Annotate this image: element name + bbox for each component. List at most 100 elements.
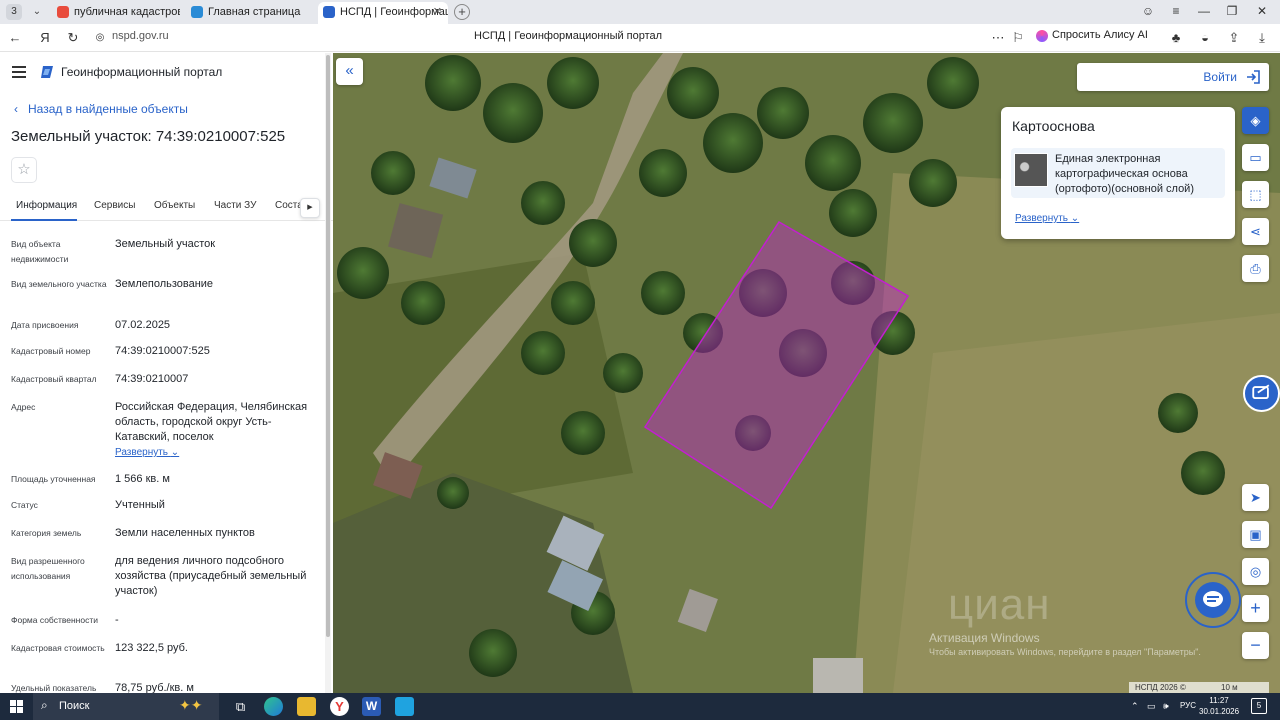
panel-scrollbar[interactable]	[325, 53, 331, 693]
login-icon	[1247, 70, 1260, 84]
print-button[interactable]: ⎙	[1242, 255, 1269, 282]
favorite-star-button[interactable]: ☆	[11, 157, 37, 183]
downloads-icon[interactable]: ⤓	[1254, 30, 1270, 46]
windows-start-icon[interactable]	[10, 700, 23, 713]
scale-label: 10 м	[1221, 683, 1238, 692]
yandex-browser-icon[interactable]: Y	[330, 697, 349, 716]
share-button[interactable]: ⋖	[1242, 218, 1269, 245]
language-indicator[interactable]: РУС	[1180, 701, 1196, 710]
field-label: Кадастровый номер	[11, 346, 91, 356]
watermark-title: Активация Windows	[929, 631, 1040, 645]
chat-button[interactable]	[1185, 572, 1241, 628]
url-text[interactable]: nspd.gov.ru	[112, 30, 169, 42]
browser-tab-1[interactable]: публичная кадастровая	[52, 2, 180, 24]
select-area-button[interactable]: ⬚	[1242, 181, 1269, 208]
scrollbar-thumb[interactable]	[326, 55, 330, 637]
taskbar-search[interactable]: ⌕ Поиск ✦✦	[33, 693, 219, 720]
address-expand-link[interactable]: Развернуть ⌄	[115, 445, 320, 460]
search-label: Поиск	[59, 700, 90, 712]
system-clock[interactable]: 11:27 30.01.2026	[1199, 695, 1239, 717]
field-value: Учтенный	[115, 499, 165, 511]
basemap-expand-link[interactable]: Развернуть ⌄	[1015, 213, 1079, 224]
extension-icon[interactable]: ♣	[1168, 30, 1184, 46]
field-value: Российская Федерация, Челябинская област…	[115, 401, 308, 443]
chevron-down-icon: ⌄	[1070, 213, 1080, 224]
field-label: Вид земельного участка	[11, 279, 107, 289]
field-value: 74:39:0210007:525	[115, 345, 210, 357]
network-icon[interactable]: ▭	[1147, 701, 1156, 712]
zoom-in-button[interactable]: +	[1242, 595, 1269, 622]
notification-center-button[interactable]: 5	[1251, 698, 1267, 714]
tab-composition[interactable]: Соста	[275, 200, 303, 211]
basemap-layer-item[interactable]: Единая электронная картографическая осно…	[1011, 148, 1225, 198]
word-icon[interactable]: W	[362, 697, 381, 716]
login-button[interactable]: Войти	[1077, 63, 1269, 91]
app-icon[interactable]	[395, 697, 414, 716]
my-location-button[interactable]: ◎	[1242, 558, 1269, 585]
chevron-down-icon[interactable]: ⌄	[28, 4, 46, 20]
chevron-down-icon: ⌄	[170, 447, 180, 458]
field-value: 07.02.2025	[115, 319, 171, 331]
extension-icon[interactable]: ◒	[1197, 30, 1213, 46]
search-icon: ⌕	[41, 698, 48, 712]
layers-icon: ◈	[1250, 113, 1261, 128]
attribution-text: НСПД 2026 ©	[1135, 683, 1186, 692]
browser-tab-2[interactable]: Главная страница	[186, 2, 314, 24]
tab-information[interactable]: Информация	[16, 200, 77, 211]
menu-icon[interactable]: ≡	[1166, 4, 1186, 18]
close-tab-icon[interactable]: ✕	[433, 2, 442, 22]
field-label: Кадастровый квартал	[11, 374, 97, 384]
yandex-icon[interactable]: Я	[37, 30, 53, 46]
field-label: Статус	[11, 500, 38, 510]
tab-parcel-parts[interactable]: Части ЗУ	[214, 200, 256, 211]
more-icon[interactable]: ⋯	[990, 30, 1006, 46]
ask-alisa-button[interactable]: Спросить Алису AI	[1036, 29, 1148, 42]
field-label: Кадастровая стоимость	[11, 643, 105, 653]
task-view-icon[interactable]: ⧉	[231, 697, 250, 716]
edge-icon[interactable]	[264, 697, 283, 716]
browser-tab-3[interactable]: НСПД | Геоинформацио ✕	[318, 2, 448, 24]
plus-icon: +	[1250, 598, 1261, 618]
clock-date: 30.01.2026	[1199, 707, 1240, 716]
close-window-icon[interactable]: ✕	[1252, 4, 1272, 18]
minimap-button[interactable]: ▣	[1242, 521, 1269, 548]
profile-icon[interactable]: ☺	[1138, 4, 1158, 18]
restore-icon[interactable]: ❐	[1222, 4, 1242, 18]
map-view[interactable]: « Войти Картооснова Единая электронная к…	[333, 53, 1280, 693]
file-explorer-icon[interactable]	[297, 697, 316, 716]
tab-services[interactable]: Сервисы	[94, 200, 135, 211]
field-label: Категория земель	[11, 528, 82, 538]
clock-time: 11:27	[1209, 696, 1229, 705]
new-tab-button[interactable]: +	[454, 4, 470, 20]
field-label: Вид объекта недвижимости	[11, 239, 69, 264]
tabs-scroll-right-button[interactable]: ▶	[300, 198, 320, 218]
volume-icon[interactable]: 🕪	[1163, 701, 1169, 712]
tab-count-badge[interactable]: 3	[6, 4, 22, 20]
layers-tool-button[interactable]: ◈	[1242, 107, 1269, 134]
tray-chevron-icon[interactable]: ⌃	[1131, 701, 1139, 712]
tab-objects[interactable]: Объекты	[154, 200, 195, 211]
ruler-tool-button[interactable]: ▭	[1242, 144, 1269, 171]
zoom-out-button[interactable]: −	[1242, 632, 1269, 659]
back-arrow-icon[interactable]: ←	[7, 30, 23, 46]
ruler-icon: ▭	[1249, 150, 1262, 165]
print-icon: ⎙	[1250, 261, 1261, 276]
assistant-button[interactable]	[1243, 375, 1280, 412]
map-attribution: НСПД 2026 © 10 м	[1129, 682, 1269, 693]
bookmark-icon[interactable]: ⚐	[1010, 30, 1026, 46]
expand-label: Развернуть	[1015, 213, 1069, 224]
minimize-icon[interactable]: —	[1194, 4, 1214, 18]
back-link-label: Назад в найденные объекты	[28, 102, 188, 116]
share-icon: ⋖	[1250, 224, 1261, 239]
reload-icon[interactable]: ↻	[65, 30, 81, 46]
hamburger-menu-icon[interactable]	[12, 66, 26, 78]
back-to-results-link[interactable]: ‹ Назад в найденные объекты	[14, 102, 188, 116]
favicon-icon	[191, 6, 203, 18]
navigate-button[interactable]: ➤	[1242, 484, 1269, 511]
share-icon[interactable]: ⇪	[1226, 30, 1242, 46]
collapse-panel-button[interactable]: «	[336, 58, 363, 85]
assistant-icon	[1252, 384, 1270, 399]
field-value: 123 322,5 руб.	[115, 642, 188, 654]
page-title: НСПД | Геоинформационный портал	[474, 30, 663, 42]
field-value: 1 566 кв. м	[115, 473, 170, 485]
